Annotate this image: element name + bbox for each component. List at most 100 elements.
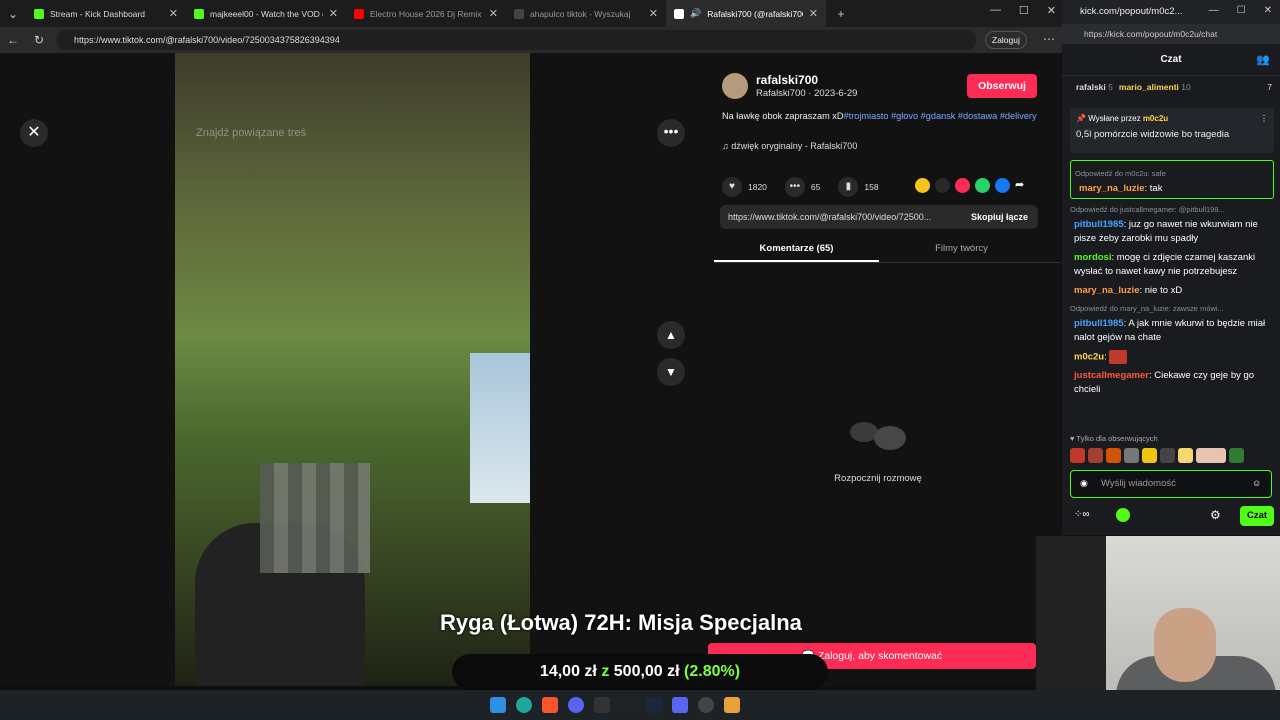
chat-username[interactable]: justcallmegamer: [1074, 370, 1149, 381]
close-window-icon[interactable]: ✕: [1047, 4, 1056, 17]
embed-icon[interactable]: [935, 178, 950, 193]
emote-icon[interactable]: [1124, 448, 1139, 463]
author-subline: Rafalski700 · 2023-6-29: [756, 88, 858, 99]
app-icon[interactable]: [672, 697, 688, 713]
emoji-icon[interactable]: ☺: [1252, 478, 1261, 488]
chat-username[interactable]: m0c2u: [1074, 351, 1104, 362]
tab-title: majkeeel00 - Watch the VOD on K: [210, 8, 323, 19]
tab-creator-videos[interactable]: Filmy twórcy: [879, 243, 1044, 254]
menu-icon[interactable]: ⋯: [1043, 32, 1055, 46]
pinned-by-label: Wysłane przez: [1088, 114, 1141, 123]
tab-kick-dashboard[interactable]: Stream - Kick Dashboard ✕: [26, 0, 186, 27]
chat-username[interactable]: pitbull1985: [1074, 219, 1124, 230]
chat-username[interactable]: mary_na_luzie: [1074, 285, 1139, 296]
tab-title: ahapulco tiktok - Wyszukaj: [530, 8, 631, 19]
video-link[interactable]: https://www.tiktok.com/@rafalski700/vide…: [720, 205, 1038, 229]
close-icon[interactable]: ✕: [649, 7, 658, 20]
chat-username[interactable]: pitbull1985: [1074, 318, 1124, 329]
chat-text: tak: [1149, 182, 1163, 194]
obs-icon[interactable]: [698, 697, 714, 713]
tab-list-chevron-icon[interactable]: ⌄: [0, 7, 26, 21]
epic-games-icon[interactable]: [620, 697, 636, 713]
hashtags[interactable]: #trojmiasto #glovo #gdansk #dostawa #del…: [844, 111, 1037, 121]
discord-icon[interactable]: [568, 697, 584, 713]
start-icon[interactable]: [490, 697, 506, 713]
back-icon[interactable]: ←: [0, 33, 26, 47]
more-options-icon[interactable]: •••: [657, 119, 685, 147]
sound-text: dźwięk oryginalny - Rafalski700: [731, 141, 858, 151]
copy-link-button[interactable]: Skopiuj łącze: [971, 205, 1028, 229]
chat-input[interactable]: Wyślij wiadomość: [1070, 470, 1272, 498]
previous-video-button[interactable]: ▲: [657, 321, 685, 349]
reply-context: Odpowiedź do justcallmegamer: @pitbull19…: [1070, 205, 1225, 214]
tab-search[interactable]: ahapulco tiktok - Wyszukaj ✕: [506, 0, 666, 27]
pinned-message[interactable]: 📌 Wysłane przez m0c2u ⋮ 0,5l pomórzcie wi…: [1070, 108, 1274, 153]
maximize-icon[interactable]: ☐: [1237, 5, 1246, 16]
author-username[interactable]: rafalski700: [756, 73, 818, 87]
emote-icon[interactable]: [1229, 448, 1244, 463]
like-icon[interactable]: ♥: [722, 177, 742, 197]
goal-separator: z: [601, 663, 610, 680]
emote-icon[interactable]: [1196, 448, 1226, 463]
points-icon[interactable]: ⁘∞: [1074, 509, 1090, 520]
users-icon[interactable]: 👥: [1256, 44, 1270, 76]
bookmark-icon[interactable]: ▮: [838, 177, 859, 197]
minimize-icon[interactable]: —: [1209, 5, 1219, 16]
emote-icon[interactable]: [1088, 448, 1103, 463]
edge-icon[interactable]: [516, 697, 532, 713]
close-window-icon[interactable]: ✕: [1264, 5, 1272, 16]
next-video-button[interactable]: ▼: [657, 358, 685, 386]
profile-login-button[interactable]: Zaloguj: [985, 31, 1027, 49]
whatsapp-icon[interactable]: [975, 178, 990, 193]
settings-icon[interactable]: ⚙: [1210, 508, 1221, 522]
follow-button[interactable]: Obserwuj: [967, 74, 1037, 98]
emote-icon[interactable]: [1142, 448, 1157, 463]
description-text: Na ławkę obok zapraszam xD: [722, 111, 844, 121]
close-icon[interactable]: ✕: [169, 7, 178, 20]
post-description: Na ławkę obok zapraszam xD#trojmiasto #g…: [722, 110, 1052, 122]
send-chat-button[interactable]: Czat: [1240, 506, 1274, 526]
related-search-input[interactable]: Znajdź powiązane treś: [196, 127, 306, 139]
share-arrow-icon[interactable]: ➦: [1015, 178, 1030, 193]
pinned-menu-icon[interactable]: ⋮: [1260, 114, 1268, 123]
tab-title: Electro House 2026 Dj Remix: [370, 8, 482, 19]
window-controls: — ☐ ✕: [990, 4, 1056, 17]
close-icon[interactable]: ✕: [329, 7, 338, 20]
video-player[interactable]: [175, 53, 530, 686]
new-tab-icon[interactable]: +: [826, 7, 856, 21]
minimize-icon[interactable]: —: [990, 4, 1001, 17]
emote-icon[interactable]: [1070, 448, 1085, 463]
maximize-icon[interactable]: ☐: [1019, 4, 1029, 17]
app-icon[interactable]: [724, 697, 740, 713]
save-count: 158: [864, 182, 879, 192]
facebook-icon[interactable]: [995, 178, 1010, 193]
pinned-user: m0c2u: [1142, 114, 1169, 123]
close-icon[interactable]: ✕: [809, 7, 818, 20]
comment-icon[interactable]: •••: [784, 177, 805, 197]
emote-icon[interactable]: [1178, 448, 1193, 463]
tab-tiktok[interactable]: 🔊 Rafalski700 (@rafalski700) | Ti ✕: [666, 0, 826, 27]
close-video-button[interactable]: ✕: [20, 119, 48, 147]
kick-logo-icon[interactable]: [1116, 508, 1130, 522]
send-icon[interactable]: [955, 178, 970, 193]
app-icon[interactable]: [594, 697, 610, 713]
chat-username[interactable]: mordosi: [1074, 252, 1111, 263]
steam-icon[interactable]: [646, 697, 662, 713]
avatar[interactable]: [722, 73, 748, 99]
tab-kick-vod[interactable]: majkeeel00 - Watch the VOD on K ✕: [186, 0, 346, 27]
chat-username[interactable]: mary_na_luzie: [1079, 183, 1144, 194]
close-icon[interactable]: ✕: [489, 7, 498, 20]
tab-comments[interactable]: Komentarze (65): [714, 243, 879, 262]
emote-icon[interactable]: [1106, 448, 1121, 463]
brave-icon[interactable]: [542, 697, 558, 713]
tab-youtube[interactable]: Electro House 2026 Dj Remix ✕: [346, 0, 506, 27]
popout-url[interactable]: https://kick.com/popout/m0c2u/chat: [1062, 24, 1280, 44]
coin-icon[interactable]: [915, 178, 930, 193]
share-icons: ➦: [915, 178, 1030, 193]
reload-icon[interactable]: ↻: [26, 33, 52, 47]
url-field[interactable]: https://www.tiktok.com/@rafalski700/vide…: [56, 30, 976, 50]
emote-icon[interactable]: [1160, 448, 1175, 463]
tiktok-icon: [674, 8, 684, 19]
goal-percent: (2.80%): [684, 663, 741, 680]
sound-label[interactable]: ♫ dźwięk oryginalny - Rafalski700: [722, 141, 857, 151]
